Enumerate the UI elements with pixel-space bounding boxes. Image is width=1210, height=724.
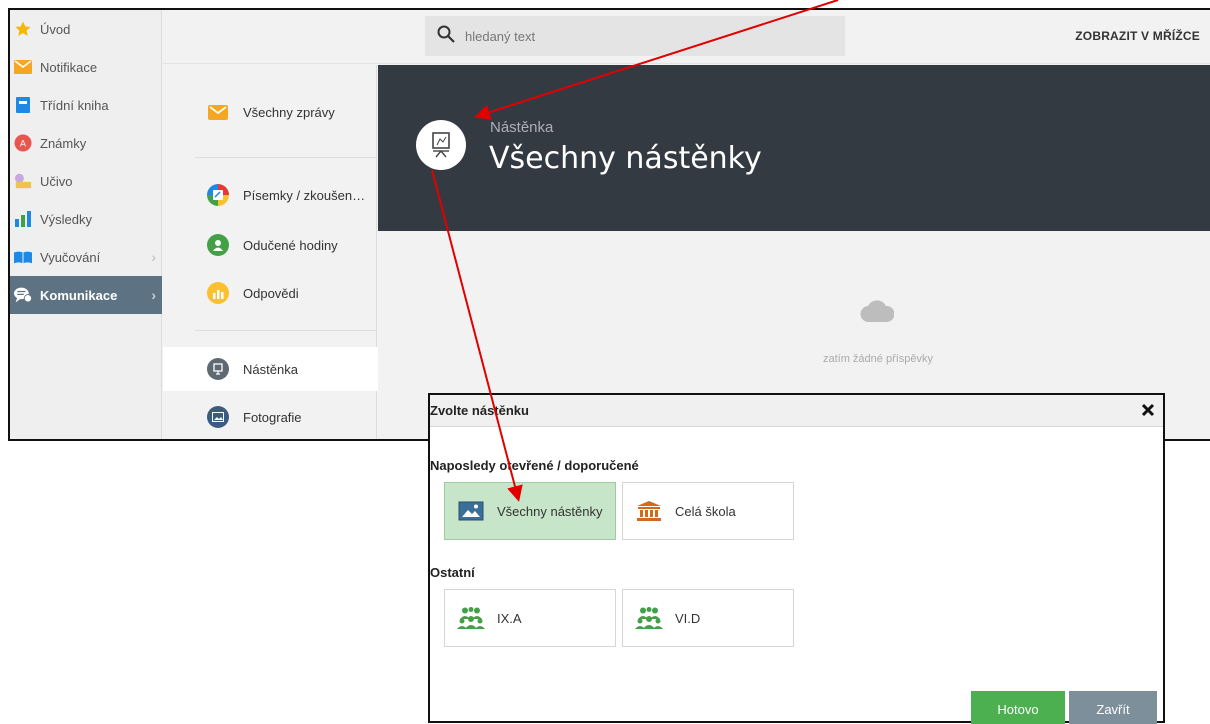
done-button[interactable]: Hotovo — [971, 691, 1065, 724]
board-option-ix-a[interactable]: IX.A — [444, 589, 616, 647]
search-input[interactable]: hledaný text — [425, 16, 845, 56]
school-building-icon — [635, 499, 663, 523]
grid-view-link[interactable]: ZOBRAZIT V MŘÍŽCE — [1075, 29, 1200, 43]
sidebar-item-vyucovani[interactable]: Vyučování › — [10, 238, 162, 276]
subnav-item-label: Fotografie — [243, 409, 302, 425]
close-button[interactable]: Zavřít — [1069, 691, 1157, 724]
subnav-item-pisemky[interactable]: Písemky / zkoušen… — [163, 173, 377, 217]
sidebar-item-znamky[interactable]: A Známky — [10, 124, 162, 162]
subnav-item-nastenka[interactable]: Nástěnka — [163, 347, 378, 391]
communication-subnav: Všechny zprávy Písemky / zkoušen… Odučen… — [163, 65, 378, 439]
subnav-item-odpovedi[interactable]: Odpovědi — [163, 271, 377, 315]
board-icon — [416, 120, 466, 170]
board-option-vi-d[interactable]: VI.D — [622, 589, 794, 647]
subnav-item-label: Nástěnka — [243, 361, 298, 377]
sidebar-item-tridni-kniha[interactable]: Třídní kniha — [10, 86, 162, 124]
board-option-label: IX.A — [497, 610, 522, 626]
sidebar-item-label: Komunikace — [40, 287, 118, 303]
sidebar-item-uvod[interactable]: Úvod — [10, 10, 162, 48]
page-title: Všechny nástěnky — [489, 141, 762, 176]
board-option-label: Všechny nástěnky — [497, 503, 603, 519]
subnav-item-vsechny-zpravy[interactable]: Všechny zprávy — [163, 90, 377, 134]
sidebar-item-komunikace[interactable]: Komunikace › — [10, 276, 162, 314]
group-icon — [635, 606, 663, 630]
teacher-icon — [207, 234, 229, 256]
board-section-label: Nástěnka — [490, 119, 554, 136]
answers-chart-icon — [207, 282, 229, 304]
bar-chart-icon — [14, 210, 32, 228]
star-icon — [14, 20, 32, 38]
board-option-label: VI.D — [675, 610, 701, 626]
photo-icon — [207, 406, 229, 428]
grades-icon: A — [14, 134, 32, 152]
sidebar-item-label: Výsledky — [40, 211, 93, 227]
sidebar-item-vysledky[interactable]: Výsledky — [10, 200, 162, 238]
envelope-icon — [207, 101, 229, 123]
choose-board-dialog: Zvolte nástěnku Naposledy otevřené / dop… — [428, 393, 1165, 724]
dialog-header: Zvolte nástěnku — [430, 395, 1163, 427]
search-placeholder: hledaný text — [465, 28, 536, 44]
subnav-item-label: Odpovědi — [243, 285, 299, 301]
chevron-right-icon: › — [151, 287, 156, 303]
board-header: Nástěnka Všechny nástěnky — [378, 65, 1210, 231]
envelope-icon — [14, 58, 32, 76]
board-option-cela-skola[interactable]: Celá škola — [622, 482, 794, 540]
chevron-right-icon: › — [151, 249, 156, 265]
open-book-icon — [14, 248, 32, 266]
subnav-item-label: Písemky / zkoušen… — [243, 187, 366, 203]
cloud-icon — [860, 299, 895, 328]
exam-icon — [207, 184, 229, 206]
curriculum-icon — [14, 172, 32, 190]
top-bar: hledaný text ZOBRAZIT V MŘÍŽCE — [163, 10, 1210, 64]
subnav-divider — [195, 157, 377, 158]
group-icon — [457, 606, 485, 630]
subnav-divider — [195, 330, 377, 331]
sidebar-item-label: Úvod — [40, 21, 71, 37]
close-icon[interactable] — [1139, 401, 1157, 419]
board-icon — [207, 358, 229, 380]
other-section-label: Ostatní — [430, 565, 475, 580]
subnav-item-oducene-hodiny[interactable]: Odučené hodiny — [163, 223, 377, 267]
empty-state-text: zatím žádné příspěvky — [822, 353, 934, 365]
recent-section-label: Naposledy otevřené / doporučené — [430, 458, 639, 473]
sidebar-item-notifikace[interactable]: Notifikace — [10, 48, 162, 86]
dialog-title: Zvolte nástěnku — [430, 403, 529, 418]
subnav-item-fotografie[interactable]: Fotografie — [163, 395, 377, 439]
picture-icon — [457, 499, 485, 523]
board-option-label: Celá škola — [675, 503, 736, 519]
board-option-vsechny-nastenky[interactable]: Všechny nástěnky — [444, 482, 616, 540]
search-icon — [437, 25, 455, 48]
sidebar-item-ucivo[interactable]: Učivo — [10, 162, 162, 200]
subnav-item-label: Všechny zprávy — [243, 104, 335, 120]
sidebar-item-label: Třídní kniha — [40, 97, 109, 113]
sidebar-item-label: Učivo — [40, 173, 73, 189]
app-window: Úvod Notifikace Třídní kniha A Známky Uč… — [8, 8, 1210, 441]
svg-text:A: A — [20, 140, 27, 150]
sidebar-item-label: Notifikace — [40, 59, 98, 75]
sidebar-item-label: Vyučování — [40, 249, 101, 265]
chat-icon — [14, 286, 32, 304]
main-sidebar: Úvod Notifikace Třídní kniha A Známky Uč… — [10, 10, 162, 439]
sidebar-item-label: Známky — [40, 135, 87, 151]
subnav-item-label: Odučené hodiny — [243, 237, 338, 253]
book-icon — [14, 96, 32, 114]
